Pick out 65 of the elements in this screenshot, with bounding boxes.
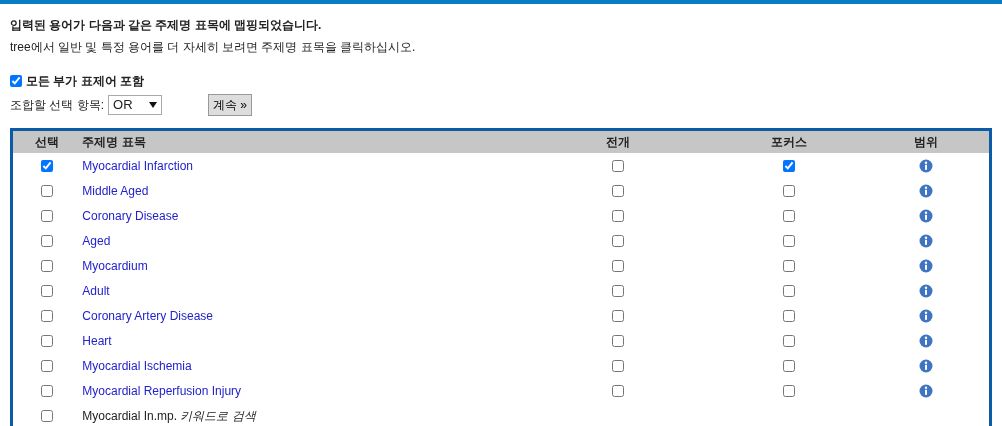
- column-header: 선택: [35, 135, 60, 149]
- subject-heading-link[interactable]: Myocardial Infarction: [82, 158, 194, 173]
- explode-checkbox[interactable]: [612, 310, 625, 323]
- select-checkbox[interactable]: [41, 360, 54, 373]
- info-icon[interactable]: [918, 259, 933, 274]
- info-icon[interactable]: [918, 359, 933, 374]
- select-checkbox[interactable]: [41, 310, 54, 323]
- explode-checkbox[interactable]: [612, 210, 625, 223]
- info-icon[interactable]: [918, 309, 933, 324]
- continue-button[interactable]: 계속 »: [208, 94, 253, 116]
- select-checkbox[interactable]: [41, 335, 54, 348]
- explode-checkbox[interactable]: [612, 235, 625, 248]
- explode-checkbox[interactable]: [612, 160, 625, 173]
- combine-label: 조합할 선택 항목:: [10, 97, 104, 114]
- select-checkbox[interactable]: [41, 210, 54, 223]
- select-checkbox[interactable]: [41, 160, 54, 173]
- explode-checkbox[interactable]: [612, 385, 625, 398]
- combine-select[interactable]: OR: [108, 95, 162, 115]
- dropdown-arrow-icon: [149, 102, 157, 108]
- explode-checkbox[interactable]: [612, 260, 625, 273]
- subject-heading-link[interactable]: Adult: [82, 283, 110, 298]
- focus-checkbox[interactable]: [782, 235, 795, 248]
- keyword-search-text: Myocardial In.mp. 키워드로 검색: [82, 408, 256, 423]
- info-icon[interactable]: [918, 284, 933, 299]
- info-icon[interactable]: [918, 234, 933, 249]
- select-checkbox[interactable]: [41, 235, 54, 248]
- include-all-checkbox[interactable]: [10, 75, 22, 87]
- subject-heading-link[interactable]: Myocardial Reperfusion Injury: [82, 383, 242, 398]
- subject-heading-link[interactable]: Heart: [82, 333, 112, 348]
- explode-checkbox[interactable]: [612, 335, 625, 348]
- instruction-text: tree에서 일반 및 특정 용어를 더 자세히 보려면 주제명 표목을 클릭하십시오.: [10, 39, 417, 56]
- focus-checkbox[interactable]: [782, 385, 795, 398]
- column-header: 포커스: [770, 135, 807, 149]
- focus-checkbox[interactable]: [782, 335, 795, 348]
- column-header: 주제명 표목: [82, 135, 146, 149]
- focus-checkbox[interactable]: [782, 260, 795, 273]
- focus-checkbox[interactable]: [782, 360, 795, 373]
- focus-checkbox[interactable]: [782, 185, 795, 198]
- select-checkbox[interactable]: [41, 185, 54, 198]
- info-icon[interactable]: [918, 184, 933, 199]
- info-icon[interactable]: [918, 159, 933, 174]
- explode-checkbox[interactable]: [612, 185, 625, 198]
- explode-checkbox[interactable]: [612, 360, 625, 373]
- info-icon[interactable]: [918, 334, 933, 349]
- subject-heading-link[interactable]: Coronary Artery Disease: [82, 308, 214, 323]
- select-checkbox[interactable]: [41, 385, 54, 398]
- select-checkbox[interactable]: [41, 285, 54, 298]
- column-header: 전개: [606, 135, 631, 149]
- subject-heading-link[interactable]: Myocardial Ischemia: [82, 358, 192, 373]
- column-header: 범위: [913, 135, 938, 149]
- info-icon[interactable]: [918, 209, 933, 224]
- subject-heading-link[interactable]: Myocardium: [82, 258, 148, 273]
- select-checkbox[interactable]: [41, 260, 54, 273]
- subject-heading-link[interactable]: Coronary Disease: [82, 208, 179, 223]
- include-all-label: 모든 부가 표제어 포함: [26, 73, 144, 90]
- subject-heading-link[interactable]: Middle Aged: [82, 183, 149, 198]
- info-icon[interactable]: [918, 384, 933, 399]
- select-checkbox[interactable]: [41, 410, 54, 423]
- subject-heading-link[interactable]: Aged: [82, 233, 111, 248]
- heading-text: 입력된 용어가 다음과 같은 주제명 표목에 맵핑되었습니다.: [10, 17, 323, 34]
- focus-checkbox[interactable]: [782, 285, 795, 298]
- focus-checkbox[interactable]: [782, 310, 795, 323]
- explode-checkbox[interactable]: [612, 285, 625, 298]
- focus-checkbox[interactable]: [782, 210, 795, 223]
- focus-checkbox[interactable]: [782, 160, 795, 173]
